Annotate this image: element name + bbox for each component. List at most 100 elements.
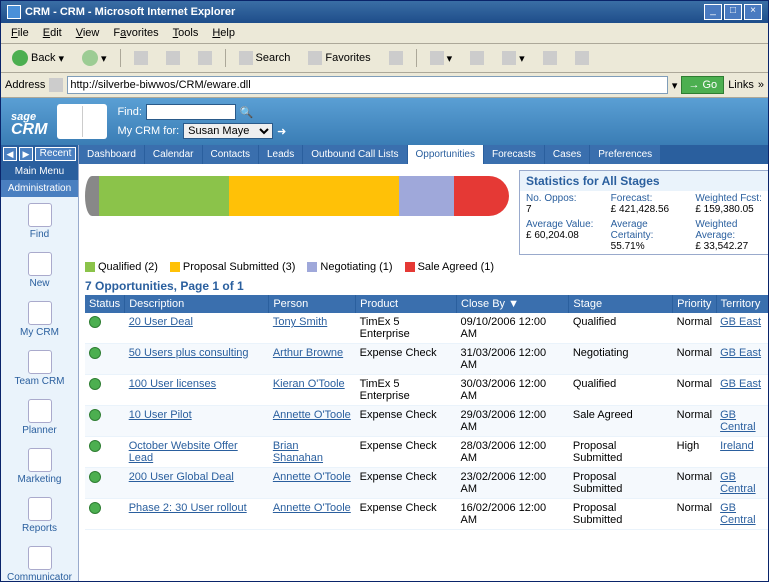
mail-button[interactable]: ▾ [423, 48, 460, 68]
desc-link[interactable]: 10 User Pilot [129, 409, 192, 421]
find-input[interactable] [146, 104, 236, 120]
menu-tools[interactable]: Tools [167, 25, 205, 41]
status-dot [89, 378, 101, 390]
table-row: 20 User DealTony SmithTimEx 5 Enterprise… [85, 313, 768, 344]
col-product[interactable]: Product [356, 295, 457, 313]
window-title: CRM - CRM - Microsoft Internet Explorer [25, 6, 700, 18]
col-status[interactable]: Status [85, 295, 125, 313]
nav-item-communicator[interactable]: Communicator [1, 540, 78, 581]
favorites-button[interactable]: Favorites [301, 48, 377, 68]
menu-file[interactable]: File [5, 25, 35, 41]
tab-forecasts[interactable]: Forecasts [484, 145, 545, 164]
col-stage[interactable]: Stage [569, 295, 673, 313]
browser-toolbar: Back ▾ ▾ Search Favorites ▾ ▾ [1, 44, 768, 73]
territory-link[interactable]: GB East [720, 316, 761, 328]
tab-dashboard[interactable]: Dashboard [79, 145, 145, 164]
status-dot [89, 440, 101, 452]
territory-link[interactable]: GB East [720, 378, 761, 390]
search-button[interactable]: Search [232, 48, 298, 68]
find-go-icon[interactable]: 🔍 [240, 106, 254, 119]
discuss-button[interactable] [536, 48, 564, 68]
nav-item-my-crm[interactable]: My CRM [1, 295, 78, 344]
admin-header[interactable]: Administration [1, 180, 78, 197]
col-close-by[interactable]: Close By ▼ [457, 295, 569, 313]
links-label[interactable]: Links [728, 79, 754, 91]
tab-cases[interactable]: Cases [545, 145, 590, 164]
history-icon [389, 51, 403, 65]
nav-forward[interactable]: ▶ [19, 147, 33, 161]
person-link[interactable]: Tony Smith [273, 316, 327, 328]
nav-icon [28, 350, 52, 374]
nav-recent[interactable]: Recent [35, 147, 76, 161]
nav-back[interactable]: ◀ [3, 147, 17, 161]
close-button[interactable]: × [744, 4, 762, 20]
tab-leads[interactable]: Leads [259, 145, 303, 164]
legend: Qualified (2) Proposal Submitted (3) Neg… [85, 261, 768, 273]
tab-preferences[interactable]: Preferences [590, 145, 661, 164]
nav-item-team-crm[interactable]: Team CRM [1, 344, 78, 393]
edit-button[interactable]: ▾ [495, 48, 532, 68]
person-link[interactable]: Annette O'Toole [273, 502, 351, 514]
print-button[interactable] [463, 48, 491, 68]
nav-item-planner[interactable]: Planner [1, 393, 78, 442]
refresh-button[interactable] [159, 48, 187, 68]
desc-link[interactable]: 100 User licenses [129, 378, 216, 390]
table-row: October Website Offer Lead Brian Shanahan… [85, 437, 768, 468]
tab-outbound-call-lists[interactable]: Outbound Call Lists [303, 145, 407, 164]
nav-item-reports[interactable]: Reports [1, 491, 78, 540]
person-link[interactable]: Kieran O'Toole [273, 378, 345, 390]
mycrm-go-icon[interactable]: ➜ [277, 125, 286, 138]
maximize-button[interactable]: □ [724, 4, 742, 20]
address-bar: Address ▾ → Go Links » [1, 73, 768, 98]
territory-link[interactable]: GB East [720, 347, 761, 359]
person-link[interactable]: Brian Shanahan [273, 440, 323, 464]
address-dropdown[interactable]: ▾ [672, 79, 678, 92]
messenger-button[interactable] [568, 48, 596, 68]
col-person[interactable]: Person [269, 295, 356, 313]
territory-link[interactable]: GB Central [720, 471, 755, 495]
menu-view[interactable]: View [70, 25, 106, 41]
grid-title: 7 Opportunities, Page 1 of 1 [85, 279, 768, 293]
minimize-button[interactable]: _ [704, 4, 722, 20]
person-link[interactable]: Annette O'Toole [273, 471, 351, 483]
person-link[interactable]: Annette O'Toole [273, 409, 351, 421]
territory-link[interactable]: GB Central [720, 502, 755, 526]
territory-link[interactable]: GB Central [720, 409, 755, 433]
nav-item-new[interactable]: New [1, 246, 78, 295]
desc-link[interactable]: Phase 2: 30 User rollout [129, 502, 247, 514]
links-chevron[interactable]: » [758, 79, 764, 91]
col-priority[interactable]: Priority [673, 295, 716, 313]
stop-button[interactable] [127, 48, 155, 68]
menu-edit[interactable]: Edit [37, 25, 68, 41]
nav-item-find[interactable]: Find [1, 197, 78, 246]
main-menu-header[interactable]: Main Menu [1, 163, 78, 180]
app-window: CRM - CRM - Microsoft Internet Explorer … [0, 0, 769, 582]
col-territory[interactable]: Territory [716, 295, 768, 313]
tab-opportunities[interactable]: Opportunities [408, 145, 484, 164]
nav-icon [28, 399, 52, 423]
col-description[interactable]: Description [125, 295, 269, 313]
desc-link[interactable]: 50 Users plus consulting [129, 347, 249, 359]
person-link[interactable]: Arthur Browne [273, 347, 343, 359]
desc-link[interactable]: October Website Offer Lead [129, 440, 238, 464]
desc-link[interactable]: 200 User Global Deal [129, 471, 234, 483]
tab-contacts[interactable]: Contacts [203, 145, 259, 164]
mycrm-select[interactable]: Susan Maye [183, 123, 273, 139]
menu-favorites[interactable]: Favorites [107, 25, 164, 41]
opportunities-table: StatusDescriptionPersonProductClose By ▼… [85, 295, 768, 530]
nav-item-marketing[interactable]: Marketing [1, 442, 78, 491]
star-icon [308, 51, 322, 65]
tab-calendar[interactable]: Calendar [145, 145, 203, 164]
history-button[interactable] [382, 48, 410, 68]
address-input[interactable] [67, 76, 668, 94]
home-button[interactable] [191, 48, 219, 68]
status-dot [89, 316, 101, 328]
desc-link[interactable]: 20 User Deal [129, 316, 193, 328]
menu-help[interactable]: Help [206, 25, 241, 41]
mail-icon [430, 51, 444, 65]
table-row: 100 User licensesKieran O'TooleTimEx 5 E… [85, 375, 768, 406]
go-button[interactable]: → Go [681, 76, 724, 94]
territory-link[interactable]: Ireland [720, 440, 754, 452]
back-button[interactable]: Back ▾ [5, 47, 71, 69]
forward-button[interactable]: ▾ [75, 47, 114, 69]
